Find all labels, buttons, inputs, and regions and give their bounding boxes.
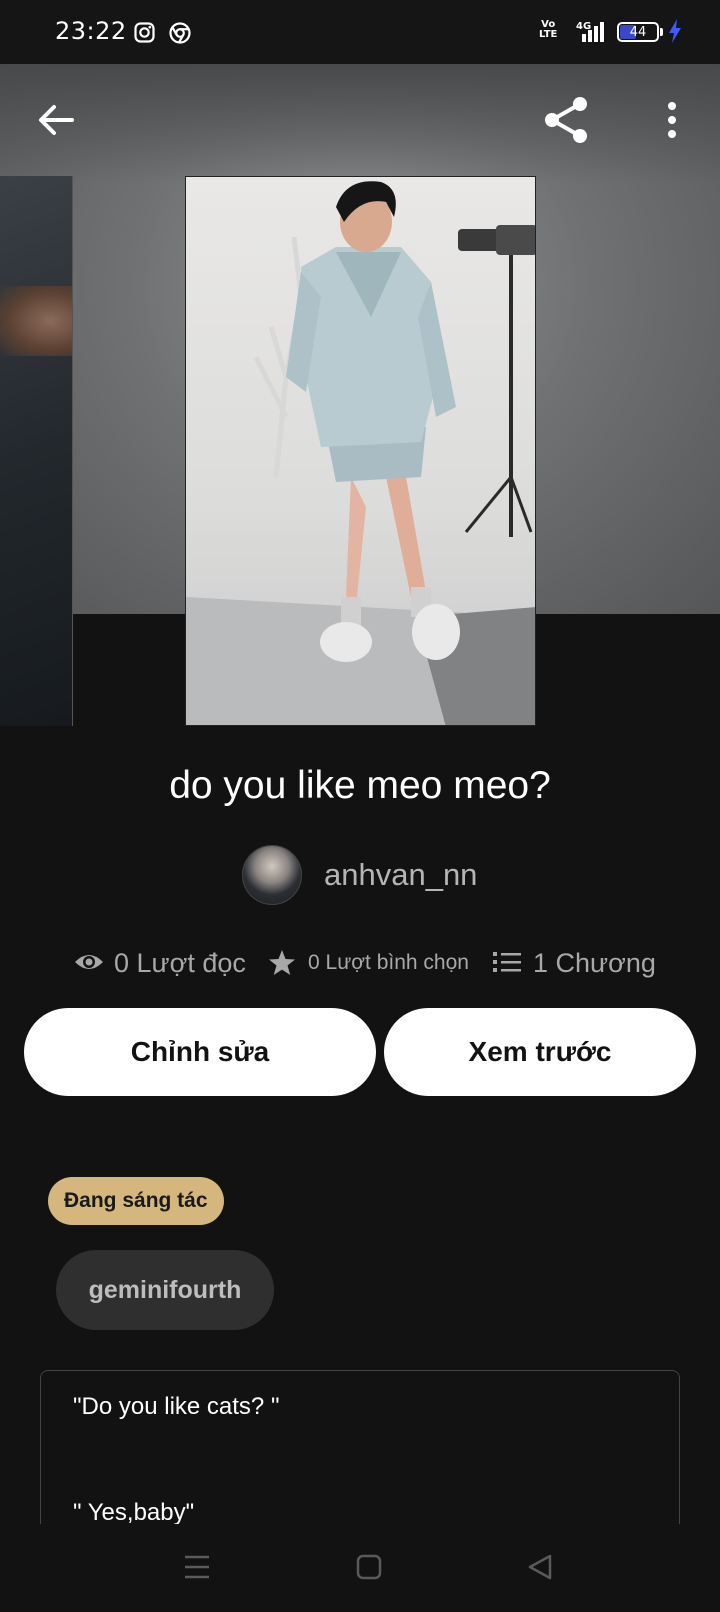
chrome-icon [169,22,191,44]
battery-level: 44 [629,25,647,40]
parts-count: 1 Chương [533,948,656,978]
instagram-icon [134,22,155,43]
story-cover-image[interactable] [185,176,536,726]
author-name[interactable]: anhvan_nn [324,857,477,893]
status-bar: 23:22 Vo LTE 4G 44 [0,0,720,64]
story-stats: 0 Lượt đọc 0 Lượt bình chọn 1 Chương [0,938,720,988]
edit-button[interactable]: Chỉnh sửa [24,1008,376,1096]
battery-tip [660,28,663,36]
volte-indicator: Vo LTE [539,19,558,40]
star-icon [269,950,295,975]
author-avatar[interactable] [242,845,302,905]
signal-icon: 4G [576,21,604,42]
reads-count: 0 Lượt đọc [114,948,246,978]
triangle-back-icon[interactable] [527,1554,553,1580]
cover-photo [186,181,535,725]
tag-chip[interactable]: geminifourth [56,1250,274,1330]
list-icon [493,952,521,972]
home-square-icon[interactable] [356,1554,382,1580]
eye-icon [75,955,103,969]
description-box: "Do you like cats? " " Yes,baby" [40,1370,680,1540]
previous-cover-image[interactable] [0,176,73,726]
charging-bolt-icon [669,19,681,43]
share-icon[interactable] [540,94,594,146]
author-row[interactable]: anhvan_nn [242,845,512,905]
story-title: do you like meo meo? [169,764,551,807]
preview-button[interactable]: Xem trước [384,1008,696,1096]
description-line: "Do you like cats? " [73,1393,280,1420]
status-badge: Đang sáng tác [48,1177,224,1225]
description-line: " Yes,baby" [73,1499,195,1526]
battery-icon: 44 [617,22,659,42]
status-indicators: Vo LTE 4G 44 [520,16,720,48]
votes-count: 0 Lượt bình chọn [308,951,469,974]
more-vertical-icon[interactable] [658,96,686,144]
system-nav-bar [0,1524,720,1612]
menu-icon[interactable] [184,1554,210,1580]
status-time: 23:22 [55,17,127,45]
back-arrow-icon[interactable] [32,96,80,144]
